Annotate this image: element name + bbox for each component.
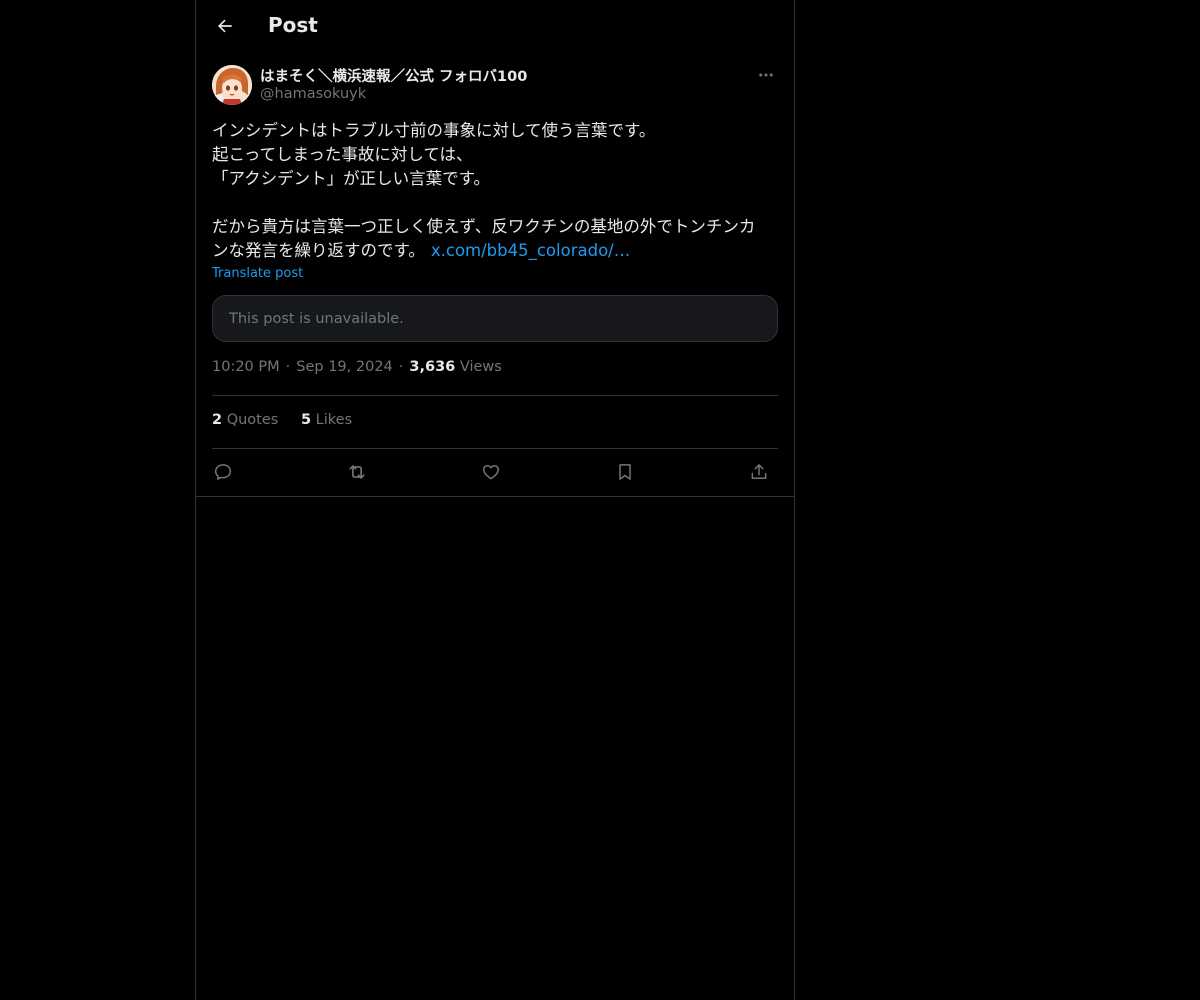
bookmark-button[interactable] xyxy=(610,458,640,486)
reply-button[interactable] xyxy=(208,458,238,486)
quotes-count: 2 xyxy=(212,412,223,428)
meta-separator: · xyxy=(285,359,291,375)
post-meta: 10:20 PM · Sep 19, 2024 · 3,636 Views xyxy=(212,359,502,375)
main-column: Post はまそく＼横浜速報／公式 フォロバ100 @hamasokuyk イン… xyxy=(195,0,795,1000)
post-bottom-border xyxy=(196,496,794,497)
post-text-line: インシデントはトラブル寸前の事象に対して使う言葉です。 xyxy=(212,121,656,140)
translate-post-link[interactable]: Translate post xyxy=(212,266,303,281)
views-count: 3,636 xyxy=(409,359,456,375)
reply-icon xyxy=(214,464,232,480)
like-button[interactable] xyxy=(476,458,506,486)
likes-count: 5 xyxy=(300,412,312,428)
post-text-line: 「アクシデント」が正しい言葉です。 xyxy=(212,169,491,188)
meta-separator: · xyxy=(398,359,404,375)
page-header: Post xyxy=(196,0,794,54)
unavailable-text: This post is unavailable. xyxy=(229,310,404,327)
author-handle[interactable]: @hamasokuyk xyxy=(260,86,366,102)
post-body: インシデントはトラブル寸前の事象に対して使う言葉です。 起こってしまった事故に対… xyxy=(212,119,778,263)
divider xyxy=(212,448,778,449)
likes-stat[interactable]: 5 Likes xyxy=(301,412,352,428)
post-text-line xyxy=(212,191,778,215)
repost-button[interactable] xyxy=(342,458,372,486)
heart-icon xyxy=(482,465,500,480)
bookmark-icon xyxy=(619,464,631,480)
post-text-line: だから貴方は言葉一つ正しく使えず、反ワクチンの基地の外でトンチンカ xyxy=(212,217,756,236)
post-text-line: ンな発言を繰り返すのです。 x.com/bb45_colorado/… xyxy=(212,239,778,263)
avatar[interactable] xyxy=(212,65,252,105)
share-button[interactable] xyxy=(744,458,774,486)
likes-label: Likes xyxy=(315,412,353,428)
arrow-left-icon xyxy=(218,19,232,33)
more-icon xyxy=(759,73,773,77)
quotes-stat[interactable]: 2 Quotes xyxy=(212,412,278,428)
page-title: Post xyxy=(268,13,318,37)
quoted-post-unavailable: This post is unavailable. xyxy=(212,295,778,342)
post-link[interactable]: x.com/bb45_colorado/… xyxy=(431,241,630,260)
post-text-line-last: ンな発言を繰り返すのです。 xyxy=(212,241,425,260)
author-display-name[interactable]: はまそく＼横浜速報／公式 フォロバ100 xyxy=(260,65,527,86)
post-time[interactable]: 10:20 PM xyxy=(212,359,280,375)
quotes-label: Quotes xyxy=(226,412,279,428)
post-actions xyxy=(212,458,778,486)
post-text-line: 起こってしまった事故に対しては、 xyxy=(212,145,473,164)
post-stats: 2 Quotes 5 Likes xyxy=(212,412,370,428)
repost-icon xyxy=(349,465,365,479)
share-icon xyxy=(751,464,767,479)
divider xyxy=(212,395,778,396)
avatar-image xyxy=(212,65,252,105)
more-options-button[interactable] xyxy=(754,64,778,86)
back-button[interactable] xyxy=(208,9,242,43)
views-label: Views xyxy=(459,359,502,375)
post-author: はまそく＼横浜速報／公式 フォロバ100 @hamasokuyk xyxy=(212,64,778,108)
post-date[interactable]: Sep 19, 2024 xyxy=(296,359,393,375)
